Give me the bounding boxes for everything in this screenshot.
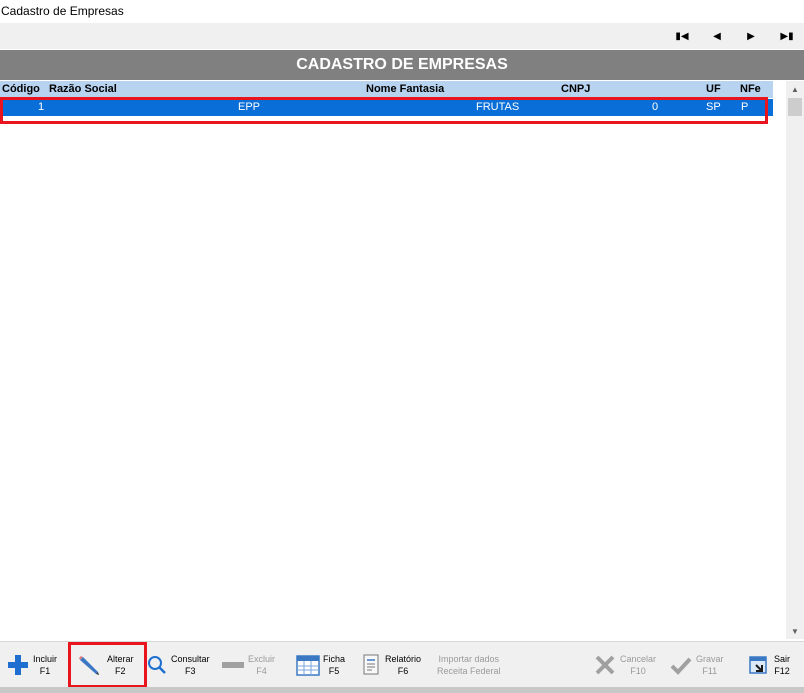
prev-record-button[interactable]: ◀ [702,23,732,49]
ficha-key: F5 [328,666,340,676]
table-row[interactable]: 1 EPP FRUTAS 0 SP P [0,99,773,116]
cell-cnpj: 0 [652,101,659,113]
record-navigation: ▮◀ ◀ ▶ ▶▮ [0,23,804,49]
cell-uf: SP [706,101,721,113]
cell-codigo: 1 [38,101,45,113]
excluir-key: F4 [256,666,267,676]
col-codigo[interactable]: Código [2,83,40,95]
title-bar: Cadastro de Empresas [0,0,804,24]
alterar-key: F2 [115,666,126,676]
cancelar-key: F10 [630,666,646,676]
consultar-button[interactable]: Consultar F3 [146,647,210,683]
vertical-scrollbar[interactable]: ▲ ▼ [786,81,804,639]
report-icon [362,653,382,677]
sair-button[interactable]: Sair F12 [747,647,790,683]
next-record-button[interactable]: ▶ [736,23,766,49]
incluir-key: F1 [39,666,51,676]
cell-razao-social: EPP [238,101,261,113]
col-cnpj[interactable]: CNPJ [561,83,590,95]
status-strip [0,687,804,693]
consultar-label: Consultar [171,654,210,664]
page-title: CADASTRO DE EMPRESAS [0,50,804,80]
consultar-key: F3 [185,666,196,676]
companies-table: Código Razão Social Nome Fantasia CNPJ U… [0,81,786,639]
importar-label: Importar dados [438,654,500,664]
alterar-button[interactable]: Alterar F2 [77,647,134,683]
col-nome-fantasia[interactable]: Nome Fantasia [366,83,444,95]
ficha-button[interactable]: Ficha F5 [296,647,345,683]
checkmark-icon [669,653,693,677]
cancelar-button[interactable]: Cancelar F10 [593,647,656,683]
incluir-label: Incluir [33,654,58,664]
scroll-up-icon[interactable]: ▲ [786,81,804,97]
col-razao-social[interactable]: Razão Social [49,83,117,95]
cell-nome-fantasia: FRUTAS [476,101,520,113]
relatorio-button[interactable]: Relatório F6 [362,647,421,683]
relatorio-label: Relatório [385,654,422,664]
cell-nfe: P [741,101,749,113]
gravar-label: Gravar [696,654,724,664]
scroll-down-icon[interactable]: ▼ [786,623,804,639]
ficha-label: Ficha [323,654,346,664]
importar-button[interactable]: Importar dados Receita Federal [437,647,501,683]
excluir-button[interactable]: Excluir F4 [221,647,275,683]
action-toolbar: Incluir F1 Alterar F2 Consultar F3 Excluir F… [0,641,804,688]
window-title: Cadastro de Empresas [1,4,124,18]
cancelar-label: Cancelar [620,654,657,664]
pencil-icon [77,653,101,677]
scroll-thumb[interactable] [788,98,802,116]
search-icon [146,653,168,677]
gravar-key: F11 [702,666,718,676]
sair-label: Sair [774,654,791,664]
incluir-button[interactable]: Incluir F1 [6,647,57,683]
gravar-button[interactable]: Gravar F11 [669,647,724,683]
sair-key: F12 [774,666,790,676]
importar-key: Receita Federal [437,666,501,676]
relatorio-key: F6 [397,666,409,676]
col-uf[interactable]: UF [706,83,721,95]
calendar-icon [296,653,320,677]
first-record-button[interactable]: ▮◀ [667,23,697,49]
table-header: Código Razão Social Nome Fantasia CNPJ U… [0,81,773,98]
exit-icon [747,653,771,677]
plus-icon [6,653,30,677]
last-record-button[interactable]: ▶▮ [772,23,802,49]
col-nfe[interactable]: NFe [740,83,761,95]
cancel-x-icon [593,653,617,677]
minus-icon [221,653,245,677]
excluir-label: Excluir [248,654,276,664]
alterar-label: Alterar [107,654,134,664]
